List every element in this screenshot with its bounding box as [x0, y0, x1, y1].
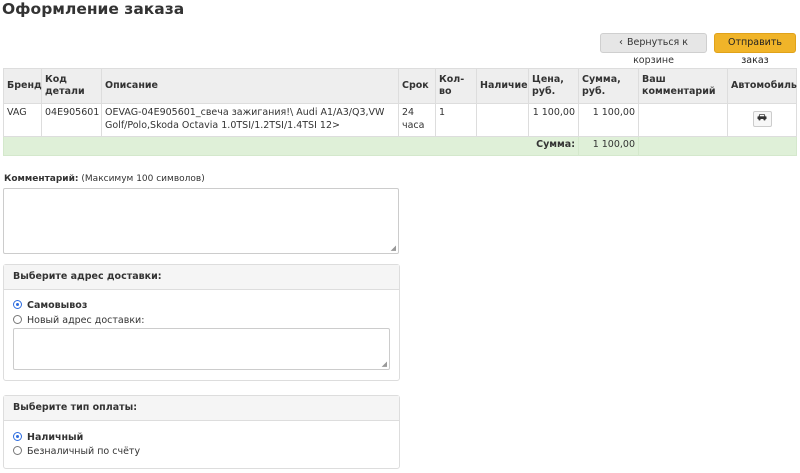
cell-description: OEVAG-04E905601_свеча зажигания!\ Audi A…: [101, 103, 399, 137]
back-to-cart-button[interactable]: ‹ Вернуться к корзине: [600, 33, 707, 66]
payment-option-invoice[interactable]: Безналичный по счёту: [13, 446, 140, 458]
col-header-price: Цена, руб.: [528, 68, 579, 104]
cell-price: 1 100,00: [528, 103, 579, 137]
cell-term: 24 часа: [398, 103, 436, 137]
delivery-address-textarea[interactable]: ◢: [13, 328, 390, 370]
chevron-left-icon: ‹: [618, 37, 623, 48]
comment-label-hint: (Максимум 100 символов): [81, 174, 205, 184]
comment-textarea[interactable]: ◢: [3, 188, 399, 254]
submit-order-label: Отправить заказ: [728, 37, 782, 66]
submit-order-button[interactable]: Отправить заказ: [714, 33, 796, 66]
order-table: Бренд Код детали Описание Срок Кол-во На…: [3, 68, 797, 156]
radio-checked-icon[interactable]: [13, 432, 22, 441]
cell-brand: VAG: [3, 103, 42, 137]
col-header-car: Автомобиль: [727, 68, 797, 104]
total-filler: [638, 136, 797, 156]
radio-icon[interactable]: [13, 446, 22, 455]
comment-label-title: Комментарий:: [4, 174, 79, 184]
radio-icon[interactable]: [13, 315, 22, 324]
payment-option-cash-label: Наличный: [27, 432, 84, 443]
cell-car: [727, 103, 797, 137]
cell-sum: 1 100,00: [578, 103, 639, 137]
page-title: Оформление заказа: [2, 0, 185, 18]
cell-availability: [476, 103, 529, 137]
total-row: Сумма: 1 100,00: [3, 136, 797, 156]
delivery-option-pickup[interactable]: Самовывоз: [13, 300, 87, 312]
resize-grip-icon[interactable]: ◢: [382, 361, 387, 368]
col-header-sum: Сумма, руб.: [578, 68, 639, 104]
car-icon: [757, 114, 767, 121]
col-header-brand: Бренд: [3, 68, 42, 104]
table-row: VAG 04E905601 OEVAG-04E905601_свеча зажи…: [3, 103, 797, 137]
col-header-availability: Наличие: [476, 68, 529, 104]
delivery-option-new-address[interactable]: Новый адрес доставки:: [13, 315, 144, 327]
total-value: 1 100,00: [578, 136, 639, 156]
cell-code: 04E905601: [41, 103, 102, 137]
comment-label: Комментарий: (Максимум 100 символов): [4, 174, 205, 184]
col-header-code: Код детали: [41, 68, 102, 104]
delivery-panel-title: Выберите адрес доставки:: [4, 265, 399, 290]
cell-qty: 1: [435, 103, 477, 137]
col-header-term: Срок: [398, 68, 436, 104]
col-header-comment: Ваш комментарий: [638, 68, 728, 104]
delivery-panel: Выберите адрес доставки: Самовывоз Новый…: [3, 264, 400, 381]
resize-grip-icon[interactable]: ◢: [391, 245, 396, 252]
payment-option-cash[interactable]: Наличный: [13, 432, 83, 444]
payment-panel-title: Выберите тип оплаты:: [4, 396, 399, 421]
radio-checked-icon[interactable]: [13, 300, 22, 309]
col-header-qty: Кол-во: [435, 68, 477, 104]
total-label: Сумма:: [3, 136, 579, 156]
col-header-description: Описание: [101, 68, 399, 104]
table-header-row: Бренд Код детали Описание Срок Кол-во На…: [3, 68, 797, 104]
back-to-cart-label: Вернуться к корзине: [626, 37, 689, 66]
payment-option-invoice-label: Безналичный по счёту: [27, 446, 141, 457]
payment-panel: Выберите тип оплаты: Наличный Безналичны…: [3, 395, 400, 469]
car-button[interactable]: [752, 111, 772, 127]
cell-comment[interactable]: [638, 103, 728, 137]
delivery-option-new-address-label: Новый адрес доставки:: [27, 315, 145, 326]
delivery-option-pickup-label: Самовывоз: [27, 300, 88, 311]
